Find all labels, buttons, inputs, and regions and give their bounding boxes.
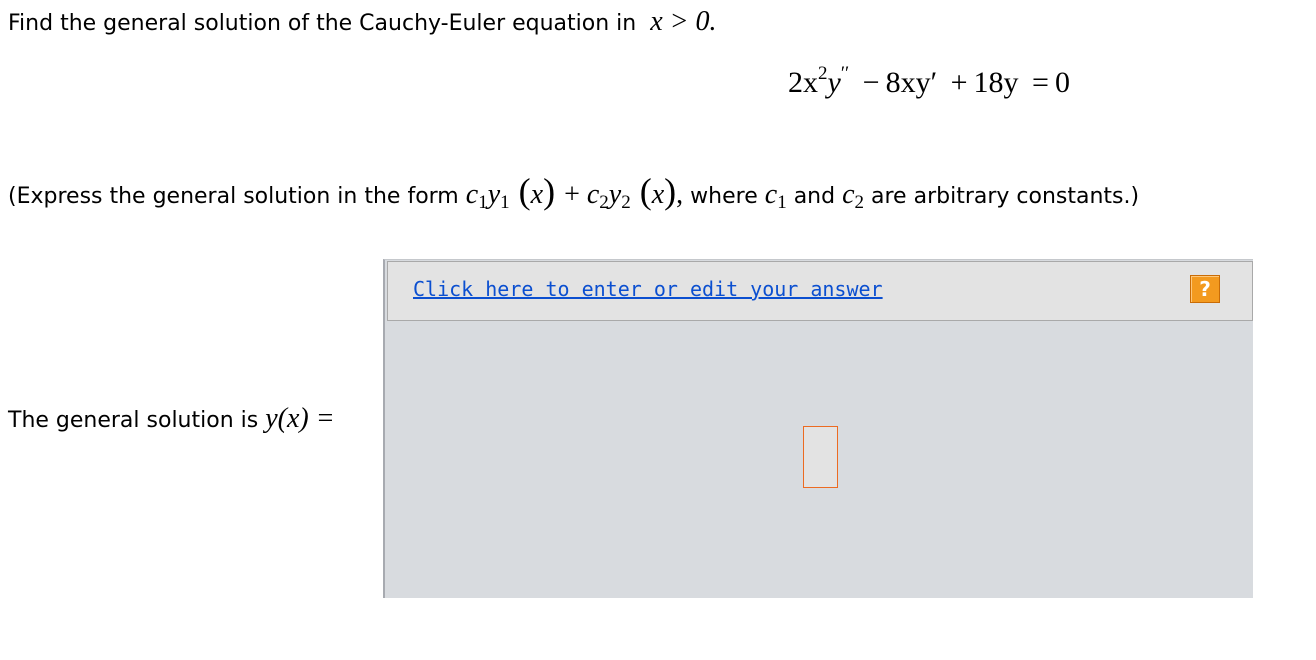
form-arg1: x — [530, 179, 544, 210]
question-mark-icon: ? — [1199, 277, 1211, 301]
form-plus: + — [564, 179, 580, 210]
edit-answer-link[interactable]: Click here to enter or edit your answer — [413, 277, 883, 301]
constant-c1-sub: 1 — [777, 192, 787, 213]
form-c2-sub: 2 — [599, 192, 609, 213]
constant-c2: c2 — [842, 179, 865, 213]
eq-exp1: 2 — [818, 63, 828, 84]
answer-label-text: The general solution is — [8, 408, 259, 433]
form-y1: y — [487, 179, 501, 210]
eq-op2: + — [950, 66, 968, 99]
instruction-prefix: (Express the general solution in the for… — [8, 184, 459, 209]
problem-prompt: Find the general solution of the Cauchy-… — [8, 11, 637, 36]
eq-term3: 18y — [973, 66, 1019, 99]
answer-label: The general solution is y(x) = — [8, 403, 335, 435]
form-c1-sub: 1 — [478, 192, 488, 213]
form-c1: c — [465, 179, 479, 210]
problem-condition: x > 0. — [650, 6, 717, 37]
instruction-where: where — [690, 184, 758, 209]
instruction-text: (Express the general solution in the for… — [8, 170, 1139, 212]
form-comma: , — [676, 179, 684, 210]
answer-panel: Click here to enter or edit your answer … — [383, 259, 1253, 598]
eq-rhs: 0 — [1054, 66, 1070, 99]
constant-c1-letter: c — [764, 179, 778, 210]
form-c2: c — [586, 179, 600, 210]
instruction-and: and — [793, 184, 836, 209]
eq-term1-var: y — [827, 66, 841, 99]
eq-op1: − — [862, 66, 880, 99]
constant-c1: c1 — [764, 179, 787, 213]
constant-c2-letter: c — [842, 179, 855, 210]
eq-term2: 8xy′ — [885, 66, 938, 99]
form-y2-sub: 2 — [621, 192, 631, 213]
answer-lhs: y(x) = — [265, 403, 335, 434]
constant-c2-sub: 2 — [854, 192, 865, 213]
instruction-suffix: are arbitrary constants.) — [871, 184, 1140, 209]
help-button[interactable]: ? — [1190, 275, 1220, 303]
eq-op3: = — [1032, 66, 1049, 99]
problem-statement: Find the general solution of the Cauchy-… — [8, 6, 717, 38]
eq-coef1: 2x — [788, 66, 818, 99]
solution-form: c1y1 (x) + c2y2 (x), — [465, 171, 684, 213]
answer-panel-header: Click here to enter or edit your answer … — [387, 261, 1253, 321]
form-y2: y — [608, 179, 622, 210]
form-arg2: x — [651, 179, 665, 210]
differential-equation: 2x2y′′ −8xy′ +18y = 0 — [788, 63, 1070, 100]
answer-input-box[interactable] — [803, 426, 838, 488]
form-y1-sub: 1 — [500, 192, 510, 213]
eq-term1-primes: ′′ — [840, 63, 850, 84]
